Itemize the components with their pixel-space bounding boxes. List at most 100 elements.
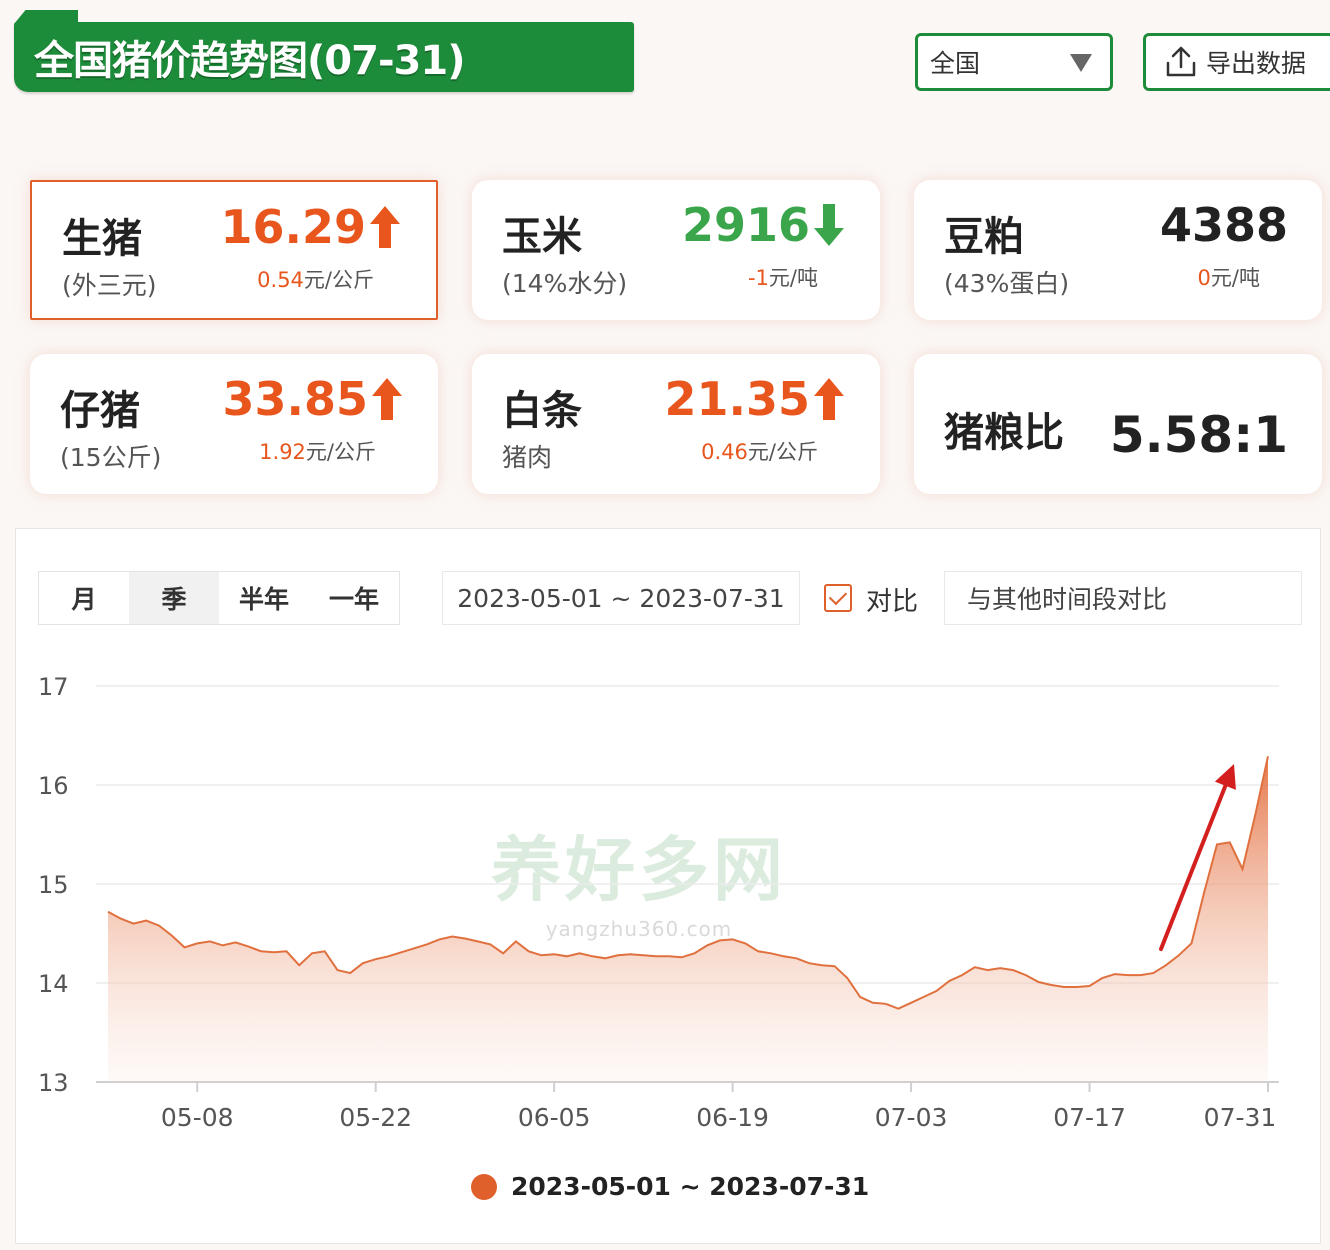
data-point (1012, 969, 1014, 971)
data-point (795, 957, 797, 959)
data-point (566, 955, 568, 957)
data-point (693, 952, 695, 954)
data-point (808, 962, 810, 964)
card-soybean-meal[interactable]: 豆粕 (43%蛋白) 4388 0元/吨 (914, 180, 1322, 320)
data-point (1050, 984, 1052, 986)
card-change-number: 0.54 (257, 268, 304, 292)
data-point (1114, 973, 1116, 975)
data-point (527, 950, 529, 952)
data-point (1203, 891, 1205, 893)
data-point (273, 951, 275, 953)
data-point (719, 939, 721, 941)
card-change-unit: 元/公斤 (747, 440, 818, 464)
data-point (770, 952, 772, 954)
legend-label: 2023-05-01 ~ 2023-07-31 (511, 1172, 870, 1201)
card-change-number: -1 (747, 266, 769, 290)
y-tick-label: 16 (38, 772, 69, 800)
card-value-number: 33.85 (222, 372, 368, 426)
card-sub: (15公斤) (60, 443, 162, 472)
data-point (400, 951, 402, 953)
price-chart: 13 14 15 16 17 05-08 05-22 06-05 06-19 07-03 07-17… (38, 673, 1279, 1132)
data-point (234, 941, 236, 943)
arrow-up-icon (372, 378, 402, 420)
data-point (336, 969, 338, 971)
data-point (464, 937, 466, 939)
card-corn[interactable]: 玉米 (14%水分) 2916 -1元/吨 (472, 180, 880, 320)
card-value: 2916 (682, 198, 846, 252)
card-sub: 猪肉 (502, 443, 553, 472)
ratio-value: 5.58:1 (1109, 406, 1288, 464)
card-piglet[interactable]: 仔猪 (15公斤) 33.85 1.92元/公斤 (30, 354, 438, 494)
data-point (387, 955, 389, 957)
data-point (1088, 985, 1090, 987)
card-change-unit: 元/公斤 (305, 440, 376, 464)
data-point (1025, 974, 1027, 976)
card-name: 豆粕 (944, 214, 1024, 260)
data-point (425, 943, 427, 945)
data-point (222, 944, 224, 946)
data-point (833, 965, 835, 967)
data-point (209, 940, 211, 942)
y-tick-label: 14 (38, 970, 69, 998)
data-point (668, 955, 670, 957)
data-point (1101, 977, 1103, 979)
data-point (324, 950, 326, 952)
card-value-number: 2916 (681, 198, 810, 252)
triangle-down-icon (1070, 54, 1092, 72)
data-point (260, 950, 262, 952)
data-point (1229, 841, 1231, 843)
data-point (1037, 981, 1039, 983)
data-point (285, 950, 287, 952)
card-name: 白条 (502, 388, 582, 434)
data-point (132, 922, 134, 924)
data-point (1267, 755, 1269, 757)
upload-icon (1166, 46, 1196, 77)
data-point (604, 957, 606, 959)
data-point (158, 924, 160, 926)
card-live-hog[interactable]: 生猪 (外三元) 16.29 0.54元/公斤 (30, 180, 438, 320)
data-point (374, 958, 376, 960)
data-point (1241, 868, 1243, 870)
data-point (923, 996, 925, 998)
export-data-button[interactable]: 导出数据 (1143, 33, 1330, 91)
card-change-unit: 元/公斤 (303, 268, 374, 292)
x-tick-label: 07-17 (1053, 1103, 1126, 1132)
data-point (872, 1002, 874, 1004)
card-value-number: 16.29 (220, 200, 366, 254)
card-name: 仔猪 (60, 388, 140, 434)
data-point (413, 947, 415, 949)
data-point (846, 977, 848, 979)
data-point (553, 953, 555, 955)
data-point (642, 954, 644, 956)
data-point (1076, 986, 1078, 988)
page-title: 全国猪价趋势图(07-31) (34, 38, 465, 84)
card-value: 16.29 (220, 200, 402, 254)
data-point (1216, 843, 1218, 845)
card-change: -1元/吨 (748, 262, 818, 292)
data-point (757, 950, 759, 952)
y-tick-label: 13 (38, 1069, 69, 1097)
data-point (1139, 974, 1141, 976)
region-select[interactable]: 全国 (915, 33, 1113, 91)
card-pork-carcass[interactable]: 白条 猪肉 21.35 0.46元/公斤 (472, 354, 880, 494)
chart-legend[interactable]: 2023-05-01 ~ 2023-07-31 (471, 1172, 869, 1201)
data-point (617, 954, 619, 956)
card-hog-grain-ratio[interactable]: 猪粮比 5.58:1 (914, 354, 1322, 494)
series-area (108, 756, 1268, 1082)
card-change-unit: 元/吨 (768, 266, 818, 290)
legend-dot (471, 1173, 497, 1200)
data-point (107, 911, 109, 913)
data-point (502, 952, 504, 954)
x-tick-label: 05-22 (339, 1103, 412, 1132)
card-change-number: 0 (1197, 266, 1211, 290)
data-point (782, 955, 784, 957)
card-change: 0.46元/公斤 (701, 436, 818, 466)
card-value-number: 4388 (1159, 198, 1288, 252)
card-name: 玉米 (502, 214, 582, 260)
data-point (476, 940, 478, 942)
y-tick-label: 17 (38, 673, 69, 701)
x-tick-label: 06-19 (696, 1103, 769, 1132)
data-point (1178, 954, 1180, 956)
data-point (961, 974, 963, 976)
title-banner: 全国猪价趋势图(07-31) (14, 22, 634, 92)
